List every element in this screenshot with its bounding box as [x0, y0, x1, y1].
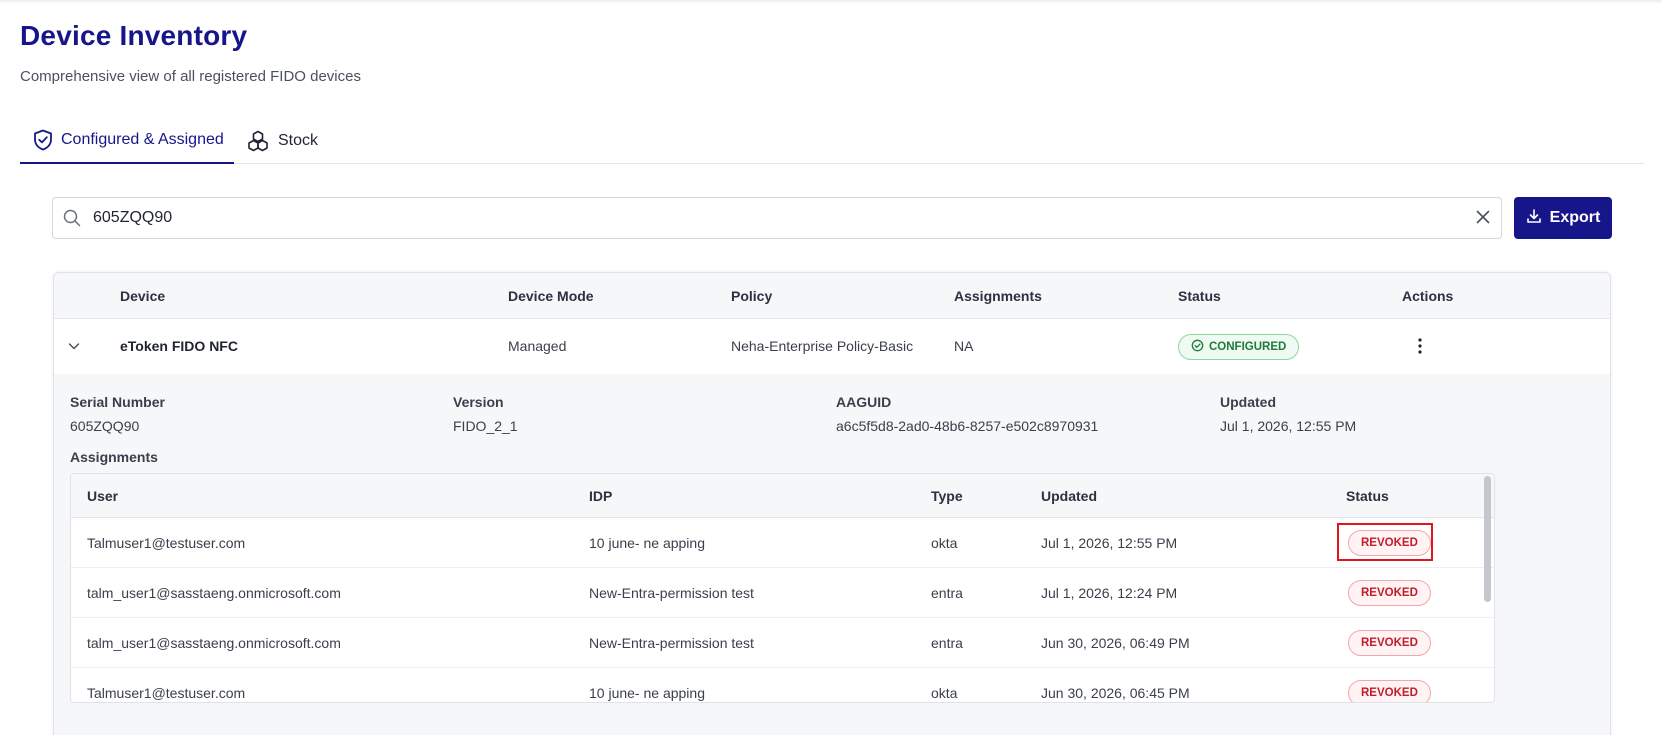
tab-bar: Configured & Assigned Stock: [20, 118, 1644, 164]
more-actions-icon[interactable]: [1414, 336, 1426, 356]
assignments-table-header: User IDP Type Updated Status: [71, 474, 1494, 518]
status-badge: REVOKED: [1348, 580, 1431, 606]
cubes-icon: [246, 130, 270, 152]
updated-cell: Jul 1, 2026, 12:24 PM: [1041, 585, 1178, 601]
status-badge: CONFIGURED: [1178, 334, 1300, 360]
table-row[interactable]: talm_user1@sasstaeng.onmicrosoft.com New…: [71, 568, 1494, 618]
search-icon: [63, 209, 81, 232]
device-table: Device Device Mode Policy Assignments St…: [53, 272, 1611, 735]
updated-cell: Jul 1, 2026, 12:55 PM: [1041, 535, 1178, 551]
chevron-down-icon[interactable]: [66, 338, 82, 359]
column-header: Actions: [1402, 288, 1454, 304]
tab-label: Stock: [278, 132, 319, 149]
tab-stock[interactable]: Stock: [246, 118, 318, 164]
column-header: Assignments: [954, 288, 1042, 304]
type-cell: okta: [931, 535, 958, 551]
page-title: Device Inventory: [20, 20, 248, 51]
idp-cell: 10 june- ne apping: [589, 535, 705, 551]
search-box: [52, 197, 1502, 239]
user-cell: Talmuser1@testuser.com: [87, 535, 246, 551]
page-subtitle: Comprehensive view of all registered FID…: [20, 68, 361, 85]
top-shade: [0, 0, 1662, 4]
export-button[interactable]: Export: [1514, 197, 1612, 239]
export-label: Export: [1549, 209, 1601, 226]
highlight-box: [1337, 523, 1433, 561]
download-icon: [1526, 208, 1542, 229]
column-header: IDP: [589, 488, 613, 504]
column-header: Device Mode: [508, 288, 594, 304]
check-circle-icon: [1191, 339, 1204, 355]
column-header: Policy: [731, 288, 773, 304]
updated-cell: Jun 30, 2026, 06:45 PM: [1041, 685, 1190, 701]
updated-label: Updated: [1220, 394, 1276, 410]
idp-cell: 10 june- ne apping: [589, 685, 705, 701]
device-row[interactable]: eToken FIDO NFC Managed Neha-Enterprise …: [54, 319, 1610, 374]
status-badge: REVOKED: [1348, 630, 1431, 656]
idp-cell: New-Entra-permission test: [589, 585, 754, 601]
device-policy: Neha-Enterprise Policy-Basic: [731, 338, 914, 354]
table-row[interactable]: Talmuser1@testuser.com 10 june- ne appin…: [71, 518, 1494, 568]
assignments-label: Assignments: [70, 449, 158, 465]
updated-value: Jul 1, 2026, 12:55 PM: [1220, 418, 1357, 434]
device-name: eToken FIDO NFC: [120, 338, 238, 354]
shield-check-icon: [33, 129, 53, 151]
type-cell: entra: [931, 585, 963, 601]
serial-number-value: 605ZQQ90: [70, 418, 140, 434]
aaguid-label: AAGUID: [836, 394, 892, 410]
scrollbar-thumb[interactable]: [1484, 476, 1491, 602]
device-table-header: Device Device Mode Policy Assignments St…: [54, 273, 1610, 319]
aaguid-value: a6c5f5d8-2ad0-48b6-8257-e502c8970931: [836, 418, 1099, 434]
updated-cell: Jun 30, 2026, 06:49 PM: [1041, 635, 1190, 651]
column-header: Type: [931, 488, 963, 504]
table-row[interactable]: Talmuser1@testuser.com 10 june- ne appin…: [71, 668, 1494, 702]
version-value: FIDO_2_1: [453, 418, 518, 434]
clear-search-icon[interactable]: [1475, 209, 1491, 230]
version-label: Version: [453, 394, 504, 410]
tab-configured-assigned[interactable]: Configured & Assigned: [20, 118, 234, 164]
type-cell: entra: [931, 635, 963, 651]
status-label: CONFIGURED: [1209, 341, 1287, 353]
device-details-panel: Serial Number 605ZQQ90 Version FIDO_2_1 …: [54, 374, 1610, 735]
device-assignments: NA: [954, 338, 974, 354]
column-header: Status: [1346, 488, 1389, 504]
user-cell: talm_user1@sasstaeng.onmicrosoft.com: [87, 585, 341, 601]
table-row[interactable]: talm_user1@sasstaeng.onmicrosoft.com New…: [71, 618, 1494, 668]
serial-number-label: Serial Number: [70, 394, 165, 410]
column-header: Updated: [1041, 488, 1097, 504]
assignments-table: User IDP Type Updated Status Talmuser1@t…: [70, 473, 1495, 703]
type-cell: okta: [931, 685, 958, 701]
column-header: Device: [120, 288, 166, 304]
user-cell: talm_user1@sasstaeng.onmicrosoft.com: [87, 635, 341, 651]
idp-cell: New-Entra-permission test: [589, 635, 754, 651]
user-cell: Talmuser1@testuser.com: [87, 685, 246, 701]
column-header: User: [87, 488, 119, 504]
tab-label: Configured & Assigned: [61, 131, 224, 148]
column-header: Status: [1178, 288, 1221, 304]
search-input[interactable]: [93, 206, 1433, 230]
status-badge: REVOKED: [1348, 680, 1431, 702]
device-mode: Managed: [508, 338, 567, 354]
